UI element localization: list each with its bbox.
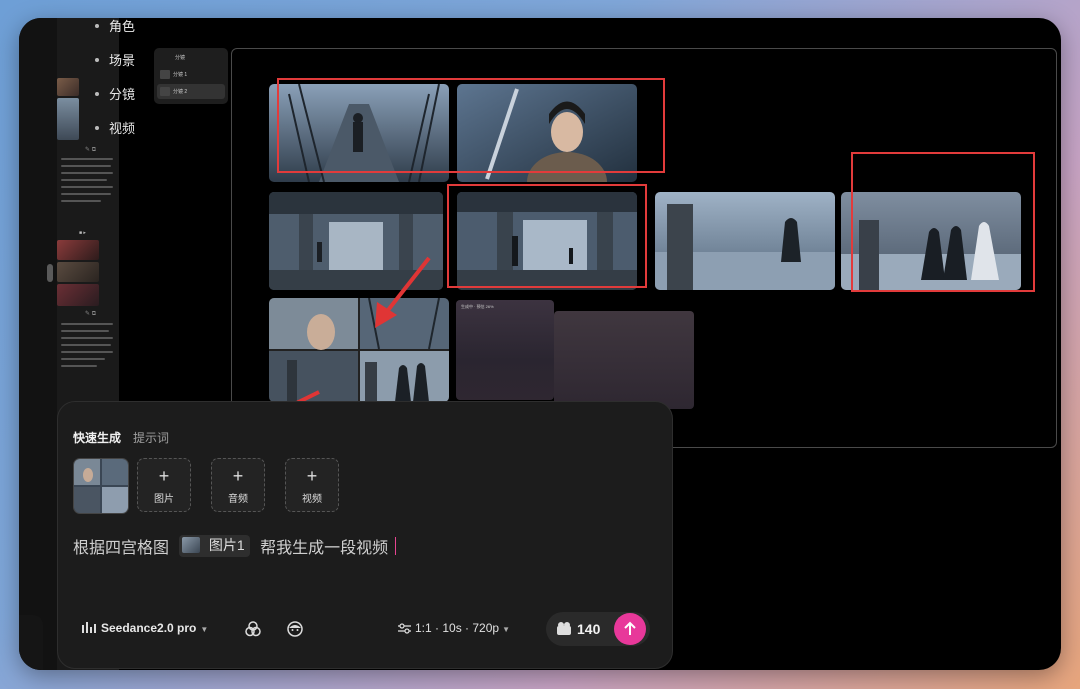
panel-thumb[interactable] — [57, 78, 79, 96]
edit-icon[interactable]: ✎ ⧉ — [85, 310, 96, 318]
video-settings-selector[interactable]: 1:1 · 10s · 720p ▼ — [398, 621, 510, 635]
plus-icon: + — [232, 466, 244, 486]
add-image-label: 图片 — [154, 494, 174, 505]
panel-thumb[interactable] — [57, 98, 79, 140]
step-dot — [95, 92, 99, 96]
text-line — [61, 365, 97, 367]
generating-status: 生成中 · 预估 26% — [461, 304, 494, 309]
prompt-text-before: 根据四宫格图 — [73, 540, 170, 557]
prompt-text-after: 帮我生成一段视频 — [260, 540, 389, 557]
arrow-up-icon — [624, 621, 636, 635]
image-reference-chip[interactable]: 图片1 — [179, 535, 250, 557]
step-dot — [95, 126, 99, 130]
shot-image[interactable] — [655, 192, 835, 290]
text-cursor — [394, 537, 396, 555]
mini-list-label: 分镜 — [175, 55, 186, 61]
mini-list-item[interactable]: 分镜 1 — [157, 67, 225, 82]
left-edge-strip — [19, 18, 57, 670]
generating-card[interactable]: 生成中 · 预估 26% — [456, 300, 554, 400]
text-line — [61, 165, 111, 167]
mini-list-label: 分镜 1 — [173, 72, 188, 78]
tab-quick-generate[interactable]: 快速生成 — [73, 429, 121, 446]
add-video-label: 视频 — [302, 494, 322, 505]
text-line — [61, 337, 113, 339]
chevron-down-icon: ▼ — [200, 625, 209, 634]
mini-list-item[interactable]: 分镜 2 — [157, 84, 225, 99]
model-selector[interactable]: Seedance2.0 pro ▼ — [82, 621, 208, 636]
add-audio-button[interactable]: + 音频 — [211, 458, 265, 512]
plus-icon: + — [306, 466, 318, 486]
step-dot — [95, 24, 99, 28]
panel-thumb[interactable] — [57, 284, 99, 306]
step-dot — [95, 58, 99, 62]
bottom-left-tab[interactable] — [19, 615, 43, 670]
text-line — [61, 172, 113, 174]
chevron-down-icon: ▼ — [502, 625, 510, 634]
plus-icon: + — [158, 466, 170, 486]
tab-prompt[interactable]: 提示词 — [133, 429, 169, 446]
text-line — [61, 358, 105, 360]
mini-list-item[interactable]: 分镜 — [157, 50, 225, 65]
text-line — [61, 158, 113, 160]
model-bars-icon — [82, 621, 96, 636]
text-line — [61, 323, 113, 325]
sliders-icon — [398, 623, 411, 634]
text-line — [61, 186, 113, 188]
attached-image-thumbnail[interactable] — [73, 458, 129, 514]
shot-image[interactable] — [269, 192, 443, 290]
step-label: 分镜 — [109, 87, 136, 102]
four-panel-grid-image[interactable] — [269, 298, 449, 402]
highlight-box — [447, 184, 647, 288]
prompt-panel: 快速生成 提示词 + 图片 + 音频 + 视频 根据四宫格图 图片1 帮我生成一… — [57, 401, 673, 669]
add-image-button[interactable]: + 图片 — [137, 458, 191, 512]
prompt-input[interactable]: 根据四宫格图 图片1 帮我生成一段视频 — [73, 534, 396, 557]
shot-thumb-icon — [160, 70, 170, 79]
model-label: Seedance2.0 pro — [101, 621, 197, 635]
step-label: 视频 — [109, 121, 136, 136]
settings-label: 1:1 · 10s · 720p — [415, 621, 500, 635]
style-circles-icon[interactable] — [244, 620, 262, 638]
panel-mini-label: ■ ▸ — [79, 230, 86, 236]
panel-resize-handle[interactable] — [47, 264, 53, 282]
image-chip-thumbnail — [182, 537, 201, 553]
shot-thumb-icon — [160, 87, 170, 96]
text-line — [61, 330, 109, 332]
text-line — [61, 344, 111, 346]
panel-thumb[interactable] — [57, 240, 99, 260]
text-line — [61, 179, 107, 181]
credit-icon — [556, 621, 572, 641]
send-button[interactable] — [614, 613, 646, 645]
app-window: ✎ ⧉ ■ ▸ ✎ ⧉ 角色 场景 分镜 视频 分镜 分镜 1 分镜 2 生成中… — [19, 18, 1061, 670]
step-label: 角色 — [109, 19, 136, 34]
text-line — [61, 200, 101, 202]
text-line — [61, 193, 111, 195]
credit-value: 140 — [577, 621, 601, 637]
panel-thumb[interactable] — [57, 262, 99, 282]
avatar-face-icon[interactable] — [286, 620, 304, 638]
highlight-box — [277, 78, 665, 173]
add-video-button[interactable]: + 视频 — [285, 458, 339, 512]
step-label: 场景 — [109, 53, 136, 68]
highlight-box — [851, 152, 1035, 292]
text-line — [61, 351, 113, 353]
storyboard-mini-list: 分镜 分镜 1 分镜 2 — [154, 48, 228, 104]
mini-list-label: 分镜 2 — [173, 89, 188, 95]
image-chip-label: 图片1 — [208, 537, 245, 553]
prompt-toolbar: Seedance2.0 pro ▼ 1:1 · 10s · 720p ▼ 140 — [82, 612, 652, 646]
generating-card[interactable] — [554, 311, 694, 409]
add-audio-label: 音频 — [228, 494, 248, 505]
